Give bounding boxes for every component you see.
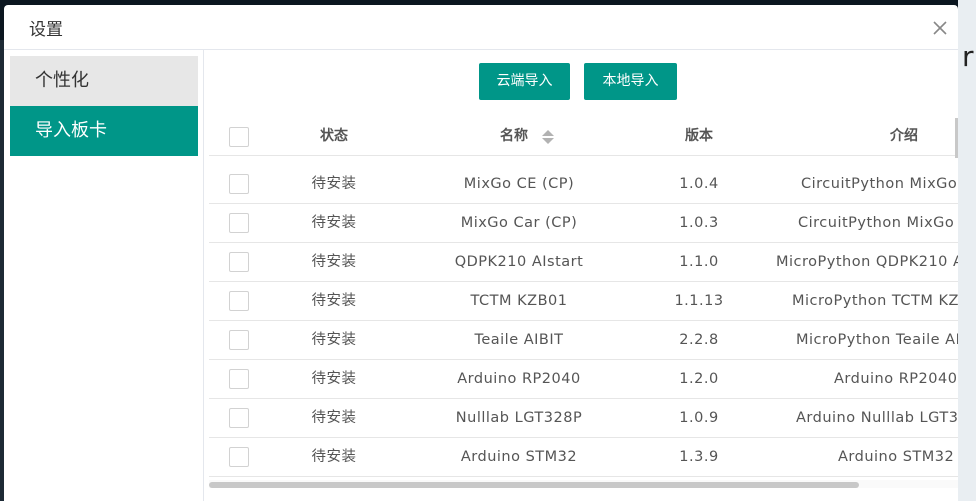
row-intro: MicroPython Teaile AIBIT xyxy=(796,332,958,348)
select-all-checkbox[interactable] xyxy=(229,127,249,147)
row-name: Nulllab LGT328P xyxy=(455,410,583,426)
row-status: 待安装 xyxy=(311,293,357,309)
background-right-strip xyxy=(958,0,976,501)
row-version: 1.1.13 xyxy=(674,293,724,309)
table-row[interactable]: 待安装 Arduino RP2040 1.2.0 Arduino RP2040 xyxy=(209,360,958,399)
cloud-import-button[interactable]: 云端导入 xyxy=(479,63,570,100)
row-name: MixGo Car (CP) xyxy=(460,215,578,231)
table-header: 状态 名称 版本 介绍 xyxy=(209,118,958,158)
settings-dialog: 设置 个性化 导入板卡 云端导入 本地导入 状态 名称 版本 介绍 待安装 Mi… xyxy=(4,5,958,501)
close-icon[interactable] xyxy=(930,18,950,38)
table-row[interactable]: 待安装 QDPK210 AIstart 1.1.0 MicroPython QD… xyxy=(209,243,958,282)
row-checkbox[interactable] xyxy=(229,174,249,194)
row-status: 待安装 xyxy=(311,410,357,426)
row-status: 待安装 xyxy=(311,332,357,348)
header-status: 状态 xyxy=(320,128,348,144)
row-checkbox[interactable] xyxy=(229,330,249,350)
board-table: 状态 名称 版本 介绍 待安装 MixGo CE (CP) 1.0.4 Circ… xyxy=(209,118,958,478)
background-partial-text: r xyxy=(962,40,974,73)
row-checkbox[interactable] xyxy=(229,369,249,389)
row-name: TCTM KZB01 xyxy=(470,293,568,309)
row-status: 待安装 xyxy=(311,449,357,465)
row-name: Teaile AIBIT xyxy=(474,332,564,348)
row-status: 待安装 xyxy=(311,176,357,192)
row-intro: CircuitPython MixGo CE xyxy=(801,176,958,192)
table-row[interactable]: 待安装 TCTM KZB01 1.1.13 MicroPython TCTM K… xyxy=(209,282,958,321)
row-intro: MicroPython TCTM KZB01 xyxy=(792,293,958,309)
vertical-scrollbar[interactable] xyxy=(955,118,958,158)
row-checkbox[interactable] xyxy=(229,252,249,272)
local-import-button[interactable]: 本地导入 xyxy=(584,63,677,100)
row-name: MixGo CE (CP) xyxy=(463,176,575,192)
row-intro: Arduino RP2040 xyxy=(834,371,958,387)
row-intro: Arduino STM32 xyxy=(838,449,955,465)
sidebar-item-import-board[interactable]: 导入板卡 xyxy=(10,106,198,156)
row-name: Arduino STM32 xyxy=(460,449,578,465)
row-status: 待安装 xyxy=(311,254,357,270)
row-status: 待安装 xyxy=(311,215,357,231)
horizontal-scrollbar[interactable] xyxy=(209,482,859,488)
row-checkbox[interactable] xyxy=(229,447,249,467)
row-checkbox[interactable] xyxy=(229,291,249,311)
settings-sidebar: 个性化 导入板卡 xyxy=(4,50,204,501)
sort-icon[interactable] xyxy=(541,129,555,145)
row-checkbox[interactable] xyxy=(229,213,249,233)
row-name: Arduino RP2040 xyxy=(457,371,581,387)
row-version: 1.0.3 xyxy=(679,215,719,231)
table-row[interactable]: 待安装 Arduino STM32 1.3.9 Arduino STM32 xyxy=(209,438,958,477)
row-checkbox[interactable] xyxy=(229,408,249,428)
main-panel: 云端导入 本地导入 状态 名称 版本 介绍 待安装 MixGo CE (CP) … xyxy=(204,50,958,501)
sidebar-item-personalize[interactable]: 个性化 xyxy=(10,56,198,106)
row-intro: CircuitPython MixGo Car xyxy=(798,215,958,231)
row-version: 1.3.9 xyxy=(679,449,719,465)
row-version: 2.2.8 xyxy=(679,332,719,348)
row-version: 1.0.4 xyxy=(679,176,719,192)
row-version: 1.0.9 xyxy=(679,410,719,426)
header-intro: 介绍 xyxy=(890,128,918,144)
row-version: 1.2.0 xyxy=(679,371,719,387)
table-row[interactable]: 待安装 Nulllab LGT328P 1.0.9 Arduino Nullla… xyxy=(209,399,958,438)
row-version: 1.1.0 xyxy=(679,254,719,270)
header-version: 版本 xyxy=(685,128,713,144)
row-intro: Arduino Nulllab LGT328P xyxy=(796,410,958,426)
row-name: QDPK210 AIstart xyxy=(454,254,584,270)
table-row[interactable]: 待安装 MixGo Car (CP) 1.0.3 CircuitPython M… xyxy=(209,204,958,243)
dialog-header: 设置 xyxy=(4,5,958,50)
dialog-title: 设置 xyxy=(29,20,63,40)
row-status: 待安装 xyxy=(311,371,357,387)
row-intro: MicroPython QDPK210 AIstart xyxy=(776,254,958,270)
table-row[interactable]: 待安装 Teaile AIBIT 2.2.8 MicroPython Teail… xyxy=(209,321,958,360)
table-row[interactable]: 待安装 MixGo CE (CP) 1.0.4 CircuitPython Mi… xyxy=(209,165,958,204)
